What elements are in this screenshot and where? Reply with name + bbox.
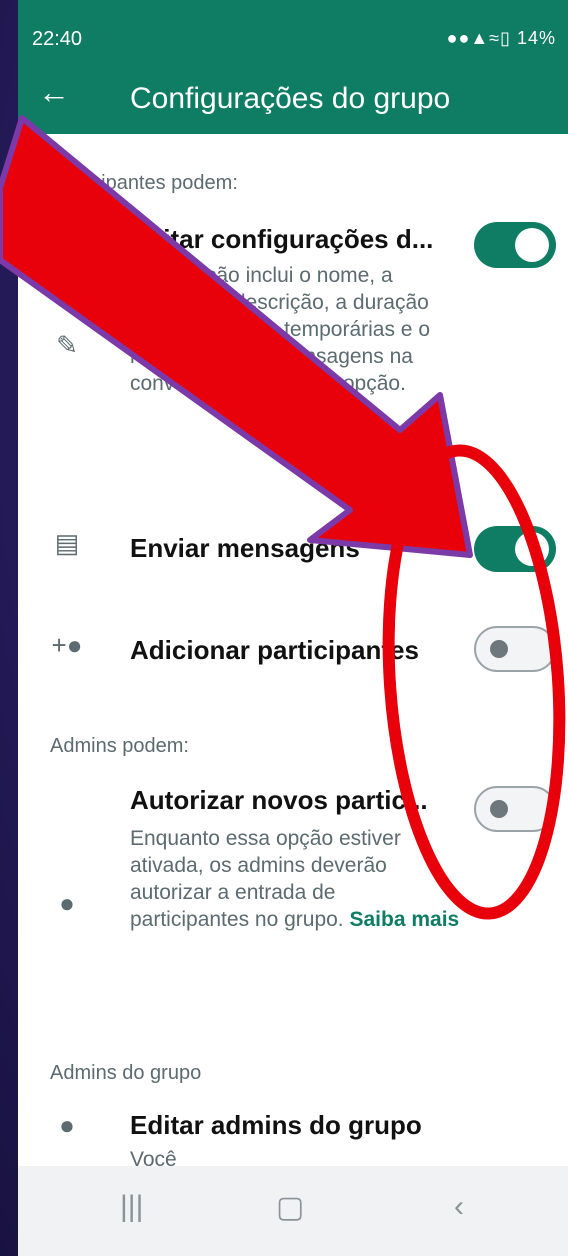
battery-level: 14%	[516, 28, 556, 48]
edit-admins-title: Editar admins do grupo	[130, 1110, 422, 1140]
page-title: Configurações do grupo	[130, 82, 451, 115]
section-admins-label: Admins podem:	[50, 735, 189, 757]
status-time: 22:40	[32, 28, 83, 50]
toggle-knob	[515, 228, 549, 262]
home-icon[interactable]: ▢	[276, 1190, 304, 1225]
system-nav-bar: ||| ▢ ‹	[18, 1166, 568, 1256]
recent-apps-icon[interactable]: |||	[120, 1190, 143, 1224]
toggle-knob	[490, 640, 508, 658]
signal-icons: ●●▲≈▯	[446, 28, 511, 48]
add-person-icon: +●	[51, 630, 83, 660]
add-participants-toggle[interactable]	[474, 626, 556, 672]
person-approve-icon: ●	[59, 888, 75, 918]
add-participants-title: Adicionar participantes	[130, 635, 419, 665]
pencil-icon: ✎	[56, 330, 78, 360]
arrow-left-icon[interactable]: ←	[38, 74, 70, 111]
message-icon: ▤	[54, 528, 80, 558]
approve-new-toggle[interactable]	[474, 786, 556, 832]
toggle-knob	[515, 532, 549, 566]
edit-settings-description: Essa opção inclui o nome, a imagem, a de…	[130, 264, 430, 395]
edit-settings-title: Editar configurações d...	[130, 224, 434, 254]
phone-screen: 22:40 ●●▲≈▯ 14% ← Configurações do grupo…	[18, 0, 568, 1256]
admin-people-icon: ●	[59, 1110, 75, 1140]
approve-new-title: Autorizar novos partic...	[130, 785, 428, 815]
section-group-admins-label: Admins do grupo	[50, 1062, 202, 1084]
learn-more-link[interactable]: Saiba mais	[349, 908, 459, 931]
edit-settings-toggle[interactable]	[474, 222, 556, 268]
approve-new-description: Enquanto essa opção estiver ativada, os …	[130, 825, 460, 933]
app-bar: ← Configurações do grupo	[18, 62, 568, 134]
section-participants-label: Participantes podem:	[50, 172, 238, 194]
status-icons: ●●▲≈▯ 14%	[447, 28, 556, 49]
toggle-knob	[490, 800, 508, 818]
back-nav-icon[interactable]: ‹	[454, 1190, 464, 1224]
send-messages-title: Enviar mensagens	[130, 533, 360, 563]
send-messages-toggle[interactable]	[474, 526, 556, 572]
